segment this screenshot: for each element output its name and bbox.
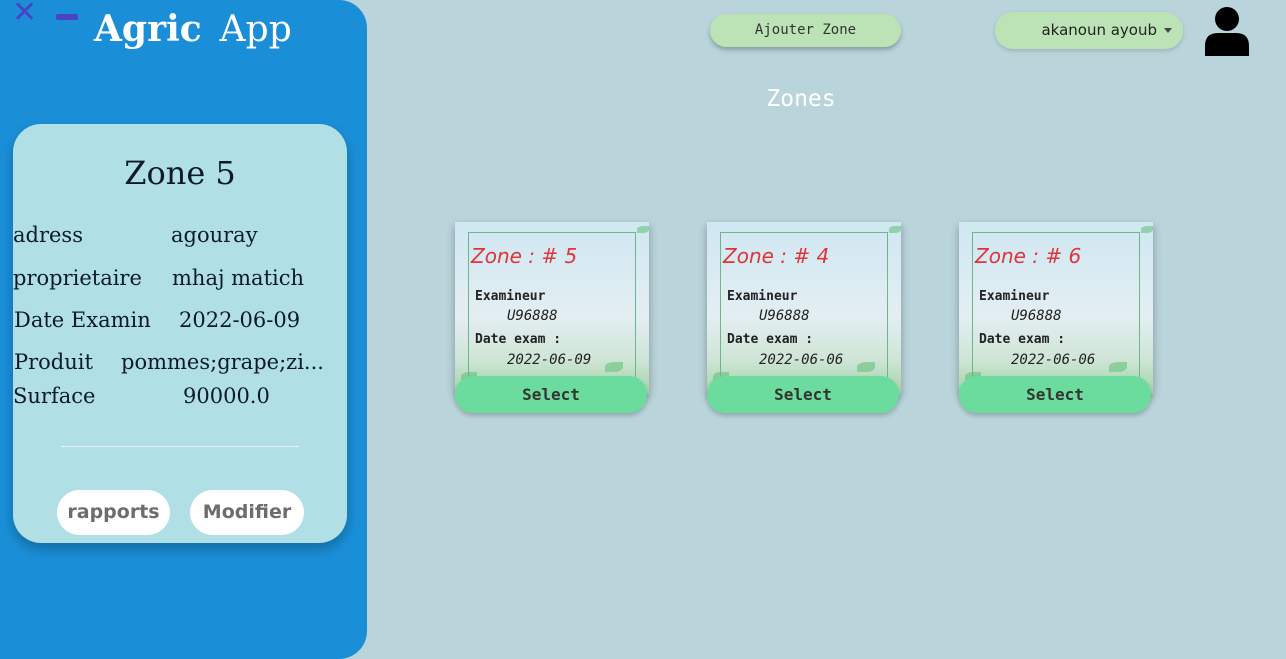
detail-label: adress <box>13 223 83 247</box>
date-exam-value: 2022-06-06 <box>759 352 844 368</box>
detail-label: Produit <box>14 350 93 374</box>
detail-value: agouray <box>171 223 258 247</box>
add-zone-button[interactable]: Ajouter Zone <box>710 14 901 47</box>
examiner-label: Examineur <box>475 289 546 304</box>
app-title-regular: App <box>219 9 292 50</box>
caret-down-icon <box>1164 28 1172 33</box>
date-exam-value: 2022-06-09 <box>507 352 592 368</box>
page-title: Zones <box>766 86 836 112</box>
zone-card-background: Zone : # 4 Examineur U96888 Date exam : … <box>707 222 901 394</box>
date-exam-label: Date exam : <box>979 332 1066 347</box>
examiner-label: Examineur <box>727 289 798 304</box>
app-title: Agric App <box>94 8 292 50</box>
detail-label: Date Examin <box>14 308 151 332</box>
examiner-value: U96888 <box>759 308 810 324</box>
user-avatar-icon[interactable] <box>1204 6 1250 56</box>
select-button[interactable]: Select <box>707 376 899 413</box>
user-dropdown[interactable]: akanoun ayoub <box>995 12 1183 49</box>
edit-button[interactable]: Modifier <box>190 490 304 535</box>
date-exam-label: Date exam : <box>727 332 814 347</box>
date-exam-label: Date exam : <box>475 332 562 347</box>
detail-value: pommes;grape;zi... <box>121 350 324 374</box>
zone-card-background: Zone : # 6 Examineur U96888 Date exam : … <box>959 222 1153 394</box>
divider <box>61 446 299 447</box>
zone-details-title: Zone 5 <box>124 154 236 192</box>
detail-value: 2022-06-09 <box>179 308 301 332</box>
reports-button[interactable]: rapports <box>57 490 170 535</box>
app-title-bold: Agric <box>94 8 202 50</box>
zone-heading: Zone : # 6 <box>975 244 1082 268</box>
select-button[interactable]: Select <box>959 376 1151 413</box>
sidebar: ✕ Agric App Zone 5 adress agouray proprie… <box>0 0 367 659</box>
zone-card: Zone : # 4 Examineur U96888 Date exam : … <box>707 222 901 413</box>
select-button[interactable]: Select <box>455 376 647 413</box>
detail-value: mhaj matich <box>172 266 305 290</box>
zone-card: Zone : # 6 Examineur U96888 Date exam : … <box>959 222 1153 413</box>
zone-card: Zone : # 5 Examineur U96888 Date exam : … <box>455 222 649 413</box>
examiner-label: Examineur <box>979 289 1050 304</box>
examiner-value: U96888 <box>1011 308 1062 324</box>
date-exam-value: 2022-06-06 <box>1011 352 1096 368</box>
examiner-value: U96888 <box>507 308 558 324</box>
zone-card-background: Zone : # 5 Examineur U96888 Date exam : … <box>455 222 649 394</box>
zone-details-card: Zone 5 adress agouray proprietaire mhaj … <box>13 124 347 543</box>
detail-label: Surface <box>13 384 96 408</box>
detail-value: 90000.0 <box>183 384 270 408</box>
user-name: akanoun ayoub <box>1041 21 1157 39</box>
zone-heading: Zone : # 5 <box>471 244 578 268</box>
minimize-icon[interactable] <box>56 14 78 20</box>
close-icon[interactable]: ✕ <box>12 0 40 28</box>
zone-heading: Zone : # 4 <box>723 244 830 268</box>
detail-label: proprietaire <box>13 266 142 290</box>
